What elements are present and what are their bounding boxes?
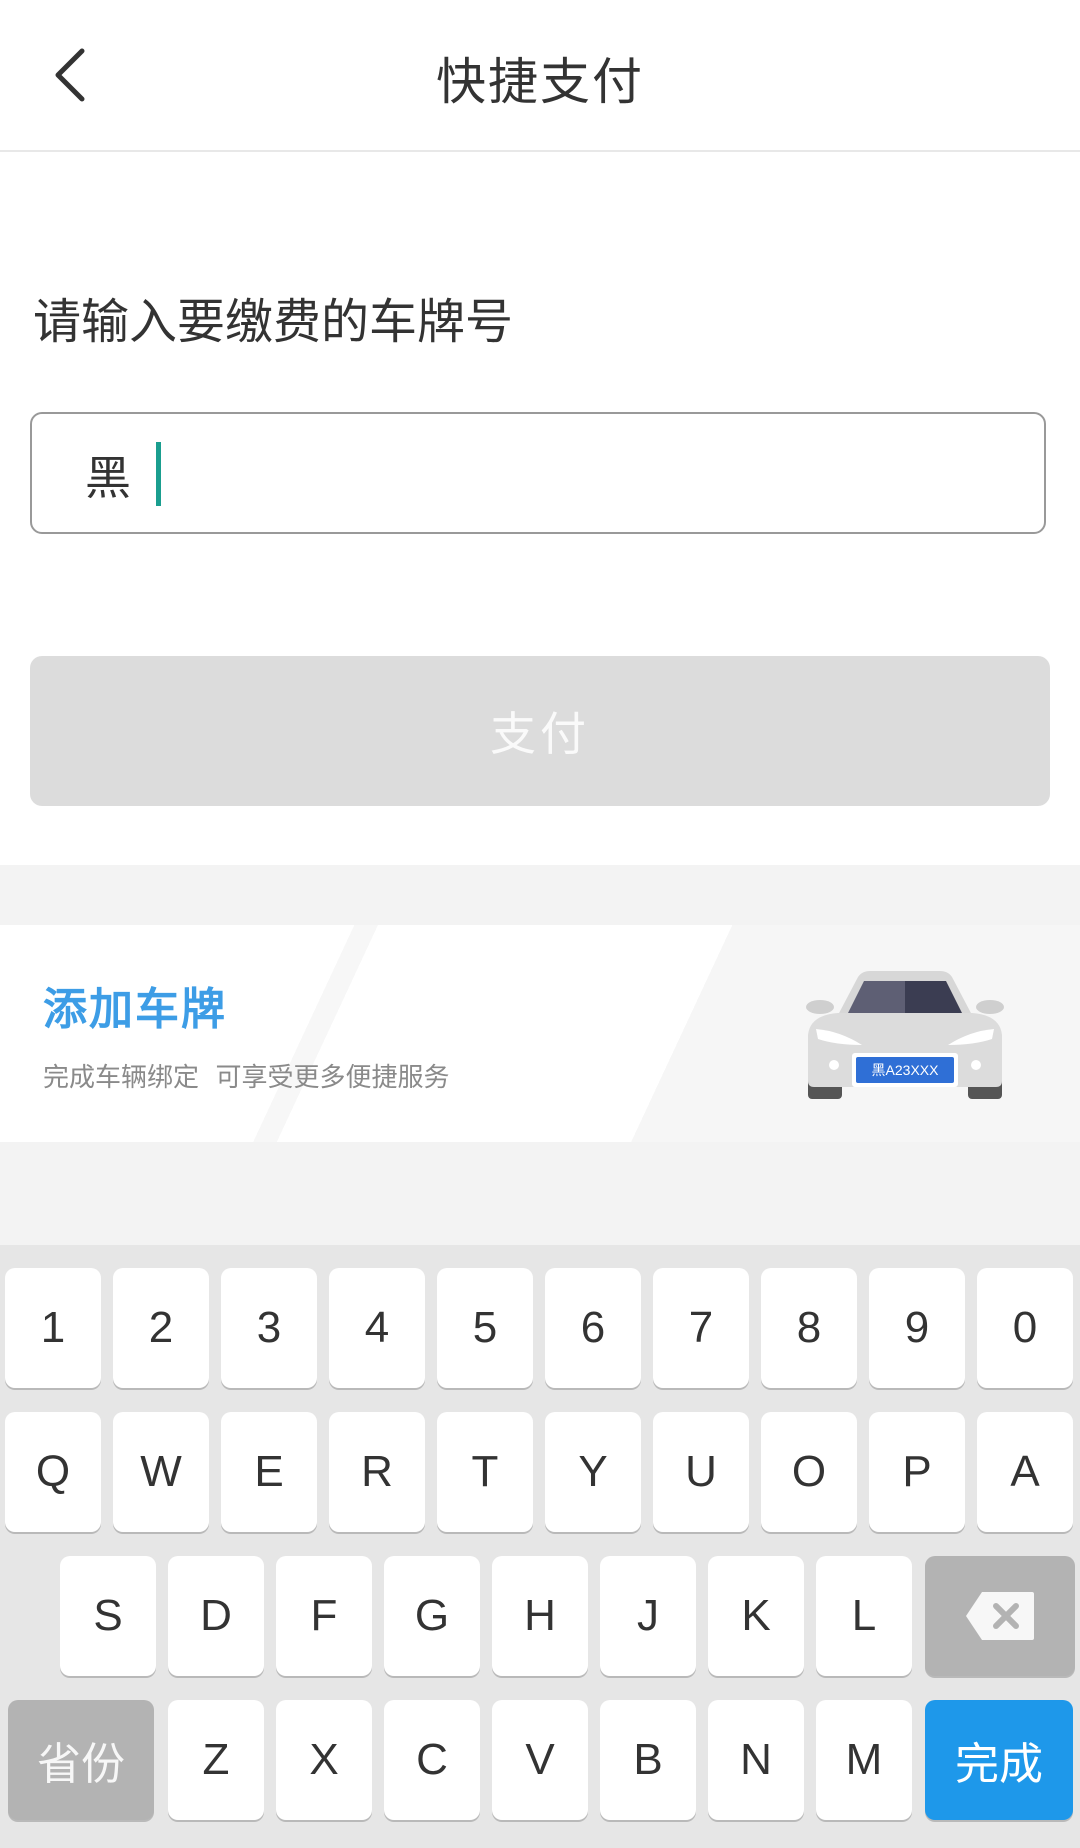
- key-d[interactable]: D: [168, 1556, 264, 1676]
- key-q[interactable]: Q: [5, 1412, 101, 1532]
- nav-bar: 快捷支付: [0, 0, 1080, 152]
- key-g[interactable]: G: [384, 1556, 480, 1676]
- key-k[interactable]: K: [708, 1556, 804, 1676]
- key-e[interactable]: E: [221, 1412, 317, 1532]
- key-c[interactable]: C: [384, 1700, 480, 1820]
- key-z[interactable]: Z: [168, 1700, 264, 1820]
- pay-button[interactable]: 支付: [30, 656, 1050, 806]
- plate-prompt-label: 请输入要缴费的车牌号: [33, 294, 514, 350]
- banner-title: 添加车牌: [43, 984, 227, 1035]
- backspace-key[interactable]: [925, 1556, 1075, 1676]
- province-key[interactable]: 省份: [8, 1700, 154, 1820]
- key-b[interactable]: B: [600, 1700, 696, 1820]
- plate-keyboard: 1 2 3 4 5 6 7 8 9 0 Q W E R T Y U O P A S D F G H J K L 省份 Z X C V B N M 完成: [0, 1245, 1080, 1848]
- key-o[interactable]: O: [761, 1412, 857, 1532]
- key-s[interactable]: S: [60, 1556, 156, 1676]
- key-f[interactable]: F: [276, 1556, 372, 1676]
- key-y[interactable]: Y: [545, 1412, 641, 1532]
- page-title: 快捷支付: [436, 53, 644, 111]
- key-p[interactable]: P: [869, 1412, 965, 1532]
- key-4[interactable]: 4: [329, 1268, 425, 1388]
- banner-subtitle: 完成车辆绑定 可享受更多便捷服务: [43, 1063, 450, 1093]
- key-2[interactable]: 2: [113, 1268, 209, 1388]
- key-r[interactable]: R: [329, 1412, 425, 1532]
- text-caret: [156, 442, 161, 506]
- key-u[interactable]: U: [653, 1412, 749, 1532]
- key-9[interactable]: 9: [869, 1268, 965, 1388]
- key-h[interactable]: H: [492, 1556, 588, 1676]
- key-m[interactable]: M: [816, 1700, 912, 1820]
- add-plate-banner[interactable]: 添加车牌 完成车辆绑定 可享受更多便捷服务 黑A23XXX: [0, 925, 1080, 1142]
- key-v[interactable]: V: [492, 1700, 588, 1820]
- key-t[interactable]: T: [437, 1412, 533, 1532]
- plate-prefix-value: 黑: [85, 451, 131, 505]
- done-key[interactable]: 完成: [925, 1700, 1073, 1820]
- key-7[interactable]: 7: [653, 1268, 749, 1388]
- car-illustration: 黑A23XXX: [806, 971, 1004, 1099]
- key-a[interactable]: A: [977, 1412, 1073, 1532]
- key-w[interactable]: W: [113, 1412, 209, 1532]
- key-6[interactable]: 6: [545, 1268, 641, 1388]
- key-n[interactable]: N: [708, 1700, 804, 1820]
- key-5[interactable]: 5: [437, 1268, 533, 1388]
- key-0[interactable]: 0: [977, 1268, 1073, 1388]
- key-j[interactable]: J: [600, 1556, 696, 1676]
- plate-number-input[interactable]: 黑: [30, 412, 1046, 534]
- backspace-icon: [966, 1592, 1034, 1640]
- key-8[interactable]: 8: [761, 1268, 857, 1388]
- key-3[interactable]: 3: [221, 1268, 317, 1388]
- key-x[interactable]: X: [276, 1700, 372, 1820]
- key-l[interactable]: L: [816, 1556, 912, 1676]
- key-1[interactable]: 1: [5, 1268, 101, 1388]
- car-plate-text: 黑A23XXX: [872, 1062, 940, 1078]
